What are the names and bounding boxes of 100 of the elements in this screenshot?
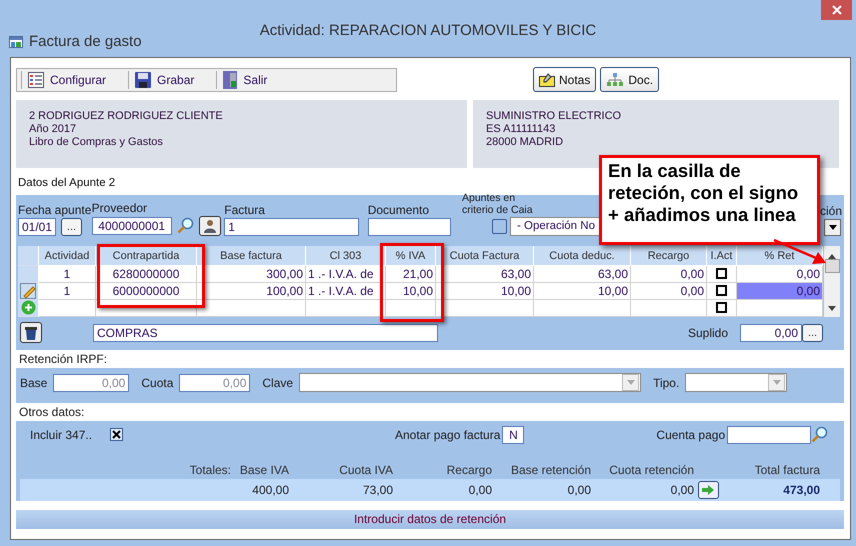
table-cell[interactable]: 0,00 — [737, 266, 823, 283]
retention-button[interactable]: Introducir datos de retención — [16, 510, 844, 529]
column-header[interactable]: Cuota Factura — [436, 246, 534, 266]
toolbar-button[interactable]: Notas — [533, 67, 596, 92]
field-label: Proveedor — [92, 200, 148, 215]
checkbox[interactable] — [716, 285, 727, 296]
table-cell: 10,00 — [534, 282, 631, 300]
row-header[interactable] — [18, 282, 39, 300]
type-dropdown[interactable] — [685, 373, 788, 392]
person-icon — [202, 218, 217, 233]
supplier-info-line: SUMINISTRO ELECTRICO — [486, 110, 622, 124]
dropdown-button[interactable] — [824, 218, 841, 236]
operation-dropdown[interactable]: - Operación No — [510, 216, 600, 236]
payment-account-field[interactable] — [727, 426, 812, 444]
field-label: Incluir 347.. — [30, 428, 94, 442]
delete-button[interactable] — [20, 322, 42, 344]
checkbox[interactable] — [110, 428, 123, 442]
toolbar-button[interactable]: Salir — [216, 70, 286, 89]
section-title: Datos del Apunte 2 — [18, 177, 116, 192]
annotation-callout: En la casilla de reteción, con el signo + añadimos una linea — [599, 155, 820, 245]
arrow-right-icon — [702, 484, 714, 495]
column-header[interactable]: % Ret — [737, 246, 823, 266]
hierarchy-icon — [606, 72, 624, 87]
column-header: Total factura — [754, 462, 820, 477]
column-header: Recargo — [446, 462, 492, 477]
date-field[interactable]: 01/01 — [18, 218, 56, 236]
form-title: Factura de gasto — [29, 33, 142, 50]
field-label: Fecha apunte — [18, 202, 92, 217]
column-header[interactable]: Actividad — [39, 246, 96, 266]
client-info-line: Libro de Compras y Gastos — [29, 136, 164, 150]
concept-field[interactable]: COMPRAS — [93, 324, 438, 342]
toolbar-button[interactable]: Doc. — [600, 67, 660, 92]
total-value: 400,00 — [251, 482, 289, 497]
total-value: 473,00 — [782, 482, 820, 497]
column-header[interactable]: Cuota deduc. — [534, 246, 631, 266]
scrollbar-thumb[interactable] — [824, 258, 840, 273]
dropdown-arrow-icon — [828, 224, 836, 230]
browse-button[interactable]: ... — [802, 324, 824, 342]
column-header[interactable]: Cl 303 — [306, 246, 386, 266]
toolbar-button[interactable]: Configurar — [21, 70, 124, 89]
field-label: Anotar pago factura — [395, 428, 500, 442]
document-field[interactable] — [368, 218, 451, 236]
search-icon[interactable] — [176, 217, 194, 234]
note-icon — [539, 72, 555, 87]
supplier-field[interactable]: 4000000001 — [92, 216, 172, 235]
table-cell: 1 .- I.V.A. de — [306, 282, 386, 300]
table-cell[interactable]: 0,00 — [737, 282, 823, 300]
client-info-line: 2 RODRIGUEZ RODRIGUEZ CLIENTE — [29, 110, 224, 124]
table-cell: 1 — [39, 282, 96, 300]
table-cell: 21,00 — [386, 266, 436, 283]
table-cell: 10,00 — [436, 282, 534, 300]
supplement-field[interactable]: 0,00 — [740, 324, 802, 342]
field-label: Cuenta pago — [656, 428, 726, 442]
key-dropdown[interactable] — [299, 373, 642, 392]
scrollbar[interactable] — [824, 246, 840, 317]
browse-button[interactable]: ... — [61, 218, 82, 236]
table-cell: 63,00 — [436, 266, 534, 283]
field-label: Base — [20, 376, 48, 390]
row-header[interactable] — [18, 300, 39, 317]
table-cell: 0,00 — [631, 266, 707, 283]
toolbar-button[interactable]: Grabar — [128, 70, 212, 89]
list-icon — [28, 72, 44, 88]
field-label: Apuntes en criterio de Caia — [462, 192, 533, 216]
column-header[interactable]: Recargo — [631, 246, 707, 266]
dropdown-arrow-icon — [772, 380, 781, 386]
payment-flag-field[interactable]: N — [502, 426, 524, 444]
checkbox[interactable] — [716, 302, 727, 314]
table-cell[interactable] — [737, 300, 823, 317]
row-header — [18, 246, 39, 266]
total-value: 0,00 — [566, 482, 591, 497]
person-button[interactable] — [198, 216, 221, 236]
field-label: Tipo. — [653, 376, 680, 390]
column-header[interactable]: I.Act — [707, 246, 737, 266]
supplier-info-line: 28000 MADRID — [486, 136, 564, 150]
window-title: Actividad: REPARACION AUTOMOVILES Y BICIC — [258, 22, 598, 39]
add-icon[interactable] — [20, 300, 36, 316]
table-cell: 100,00 — [197, 282, 306, 300]
table-cell: 6280000000 — [96, 266, 197, 283]
column-header[interactable]: % IVA — [386, 246, 436, 266]
column-header: Cuota retención — [608, 462, 694, 477]
trash-icon — [25, 326, 37, 340]
total-value: 73,00 — [362, 482, 393, 497]
apply-button[interactable] — [698, 480, 718, 499]
supplier-info-line: ES A11111143 — [486, 123, 556, 136]
totals-label: Totales: — [188, 462, 231, 477]
section-header: Retención IRPF: — [16, 350, 844, 368]
field-label: Documento — [368, 202, 430, 217]
invoice-field[interactable]: 1 — [224, 218, 360, 236]
checkbox[interactable] — [716, 268, 727, 280]
search-icon[interactable] — [811, 426, 828, 444]
table-cell: 10,00 — [386, 282, 436, 300]
total-value: 0,00 — [670, 482, 694, 497]
checkbox[interactable] — [492, 218, 507, 234]
column-header[interactable]: Base factura — [197, 246, 306, 266]
scroll-down-icon[interactable] — [828, 306, 836, 311]
table-cell: 0,00 — [631, 282, 707, 300]
close-button[interactable] — [821, 0, 852, 20]
table-cell: 1 .- I.V.A. de — [306, 266, 386, 283]
window-icon — [9, 36, 23, 48]
field-label: Suplido — [688, 326, 728, 340]
